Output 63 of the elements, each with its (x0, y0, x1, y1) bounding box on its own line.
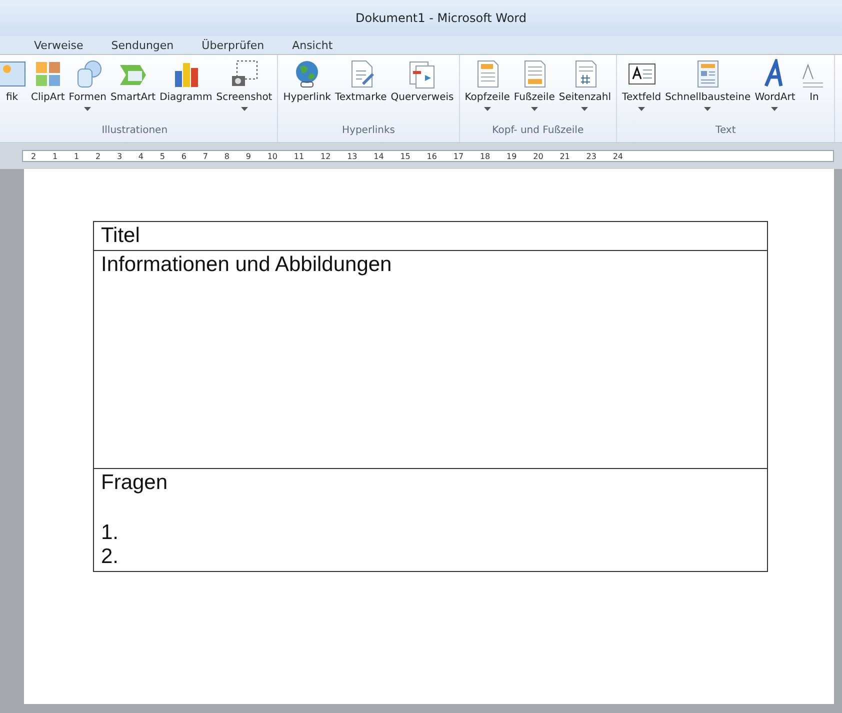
ribbon-button[interactable]: Textfeld (620, 55, 664, 123)
ribbon-tab[interactable]: Ansicht (278, 36, 347, 54)
ribbon-button[interactable]: fik (0, 55, 29, 123)
ruler-number: 18 (480, 152, 490, 160)
group-label: Kopf- und Fußzeile (491, 124, 585, 136)
caret-icon (530, 107, 538, 111)
ruler-number: 2 (31, 152, 36, 160)
ruler-number: 11 (294, 152, 304, 160)
ruler-number: 12 (320, 152, 331, 160)
caret-icon (638, 107, 646, 111)
ruler-number: 1 (74, 152, 80, 160)
ruler-number: 10 (267, 152, 278, 160)
ribbon-button[interactable]: Kopfzeile (462, 55, 512, 123)
ribbon-button[interactable]: Querverweis (388, 55, 456, 123)
ruler-number: 4 (138, 152, 144, 160)
window-title: Dokument1 - Microsoft Word (354, 11, 526, 25)
ruler-number: 21 (560, 152, 570, 160)
ribbon-button[interactable]: Screenshot (214, 55, 274, 123)
ribbon-button[interactable]: In (797, 55, 832, 123)
ribbon-tab[interactable]: Überprüfen (188, 36, 278, 54)
ribbon-button[interactable]: Formen (66, 55, 108, 123)
group-label: Text (714, 124, 737, 136)
ruler-number: 16 (426, 152, 437, 160)
caret-icon (771, 107, 778, 111)
ruler-number: 20 (533, 152, 544, 160)
ruler-number: 14 (374, 152, 384, 160)
ruler-number: 9 (246, 152, 251, 160)
ribbon-button[interactable]: Fußzeile (512, 55, 557, 123)
caret-icon (484, 107, 491, 111)
ribbon-button[interactable]: SmartArt (108, 55, 158, 123)
ruler-number: 5 (160, 152, 165, 160)
ribbon-button[interactable]: Hyperlink (281, 55, 333, 123)
ribbon-tab[interactable]: Sendungen (97, 36, 188, 54)
ruler-number: 1 (52, 152, 58, 160)
ribbon-button[interactable]: ClipArt (29, 55, 67, 123)
screenshot-icon (229, 59, 260, 89)
ribbon-button[interactable]: Textmarke (332, 55, 389, 123)
table-cell: Titel (94, 222, 768, 250)
table-cell: Fragen 1. 2. (94, 468, 768, 572)
ribbon-button[interactable]: WordArt (752, 55, 798, 123)
ruler-number: 8 (224, 152, 230, 160)
caret-icon (240, 107, 248, 111)
ruler-number: 24 (612, 152, 624, 160)
table-cell: Informationen und Abbildungen (94, 250, 768, 468)
ruler-number: 17 (453, 152, 464, 160)
group-label: Hyperlinks (341, 124, 396, 136)
ruler-number: 2 (95, 152, 101, 160)
ruler-number: 3 (116, 152, 122, 160)
caret-icon (84, 107, 92, 111)
ribbon-button[interactable]: Diagramm (158, 55, 214, 123)
ribbon-button[interactable]: Schnellbausteine (663, 55, 753, 123)
ruler-number: 23 (586, 152, 596, 160)
ruler-number: 6 (181, 152, 186, 160)
ruler-number: 7 (202, 152, 208, 160)
ruler-number: 15 (400, 152, 410, 160)
ruler-number: 19 (506, 152, 517, 160)
group-label: Illustrationen (100, 124, 169, 136)
picture-icon (0, 59, 27, 89)
caret-icon (704, 107, 712, 111)
caret-icon (581, 107, 588, 111)
ribbon-tab[interactable]: Verweise (20, 36, 98, 54)
ribbon-button[interactable]: Seitenzahl (556, 55, 614, 123)
ruler-number: 13 (347, 152, 358, 160)
